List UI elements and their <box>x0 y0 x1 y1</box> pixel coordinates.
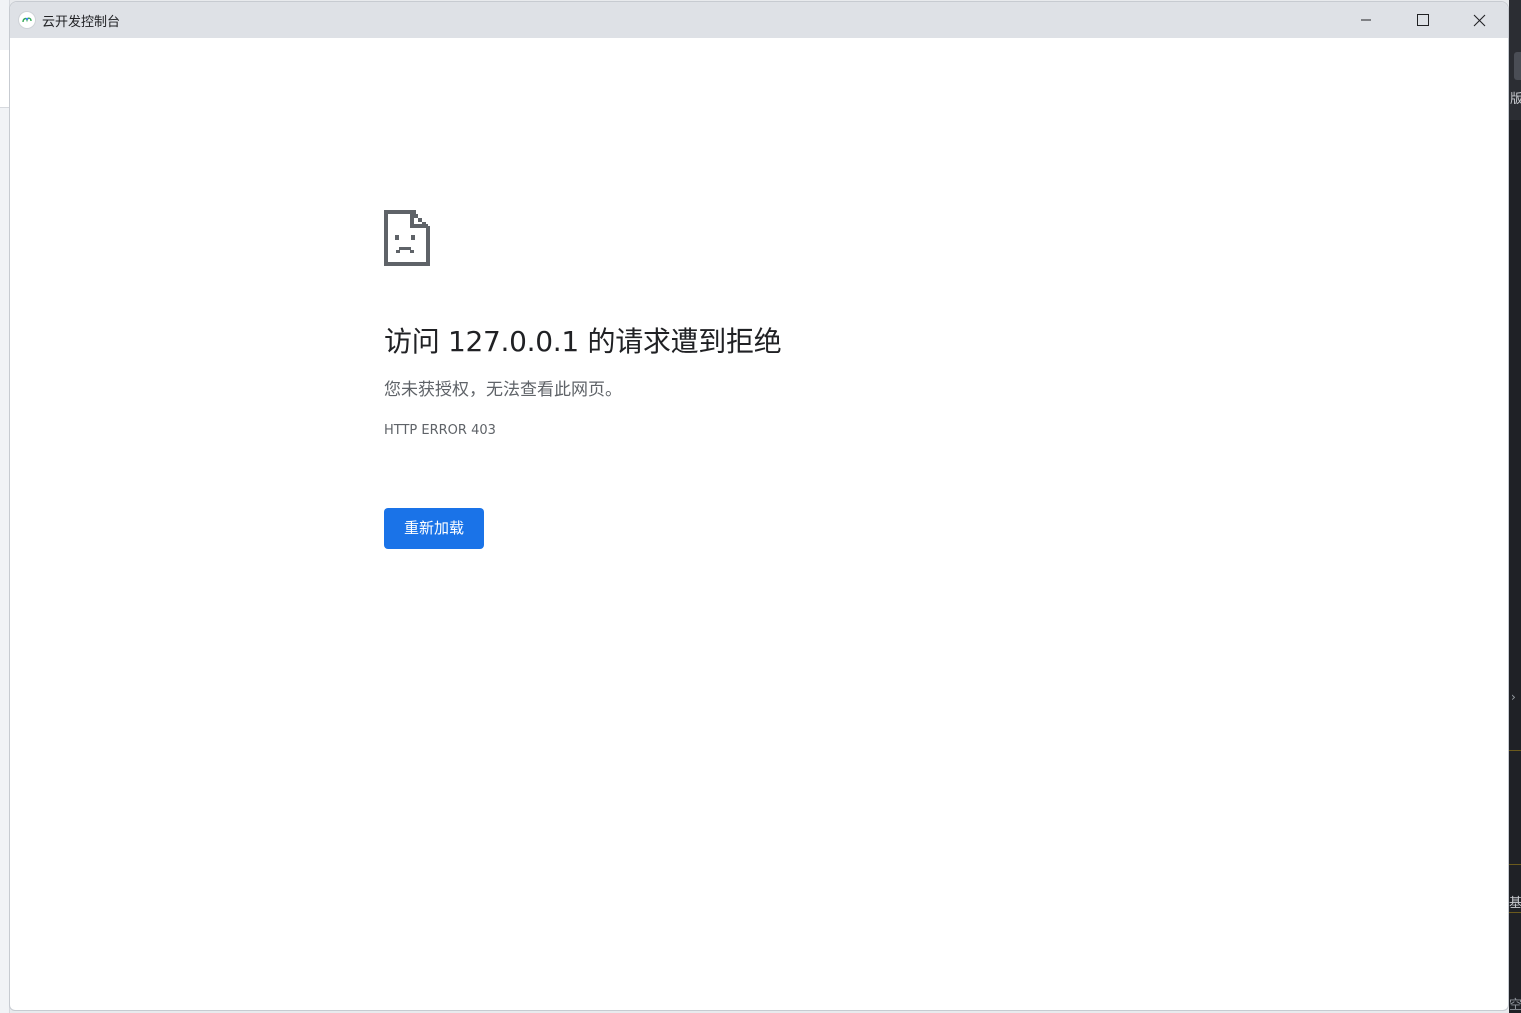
background-app-text-2: 基 <box>1509 896 1521 911</box>
error-description: 您未获授权，无法查看此网页。 <box>384 380 622 400</box>
background-app-text-3: 空 <box>1509 998 1521 1013</box>
background-app-right-edge: 版 › 基 空 <box>1509 0 1521 1013</box>
background-app-divider <box>1509 864 1521 865</box>
background-app-right-tab[interactable] <box>1514 52 1521 80</box>
background-app-text-1: 版 <box>1510 92 1521 107</box>
background-app-divider <box>1509 750 1521 751</box>
window-title: 云开发控制台 <box>42 14 121 30</box>
background-app-left-strip <box>0 50 9 108</box>
maximize-button[interactable] <box>1394 2 1451 38</box>
close-button[interactable] <box>1451 2 1508 38</box>
minimize-button[interactable] <box>1337 2 1394 38</box>
error-code: HTTP ERROR 403 <box>384 423 496 438</box>
cloudbase-app-icon <box>18 11 36 29</box>
error-page-content: 访问 127.0.0.1 的请求遭到拒绝 您未获授权，无法查看此网页。 HTTP… <box>384 210 1084 549</box>
minimize-icon <box>1360 19 1371 21</box>
window-controls <box>1337 2 1508 38</box>
close-icon <box>1473 14 1486 26</box>
sad-page-icon <box>384 210 430 266</box>
chevron-right-icon[interactable]: › <box>1511 690 1516 704</box>
window-titlebar[interactable]: 云开发控制台 <box>10 2 1508 38</box>
maximize-icon <box>1416 14 1429 26</box>
reload-button[interactable]: 重新加载 <box>384 508 485 549</box>
background-app-divider <box>1509 912 1521 913</box>
app-window: 云开发控制台 访问 127.0.0.1 的请求遭到拒绝 您未获授权，无法查看此网… <box>9 1 1509 1011</box>
error-title: 访问 127.0.0.1 的请求遭到拒绝 <box>384 325 782 358</box>
